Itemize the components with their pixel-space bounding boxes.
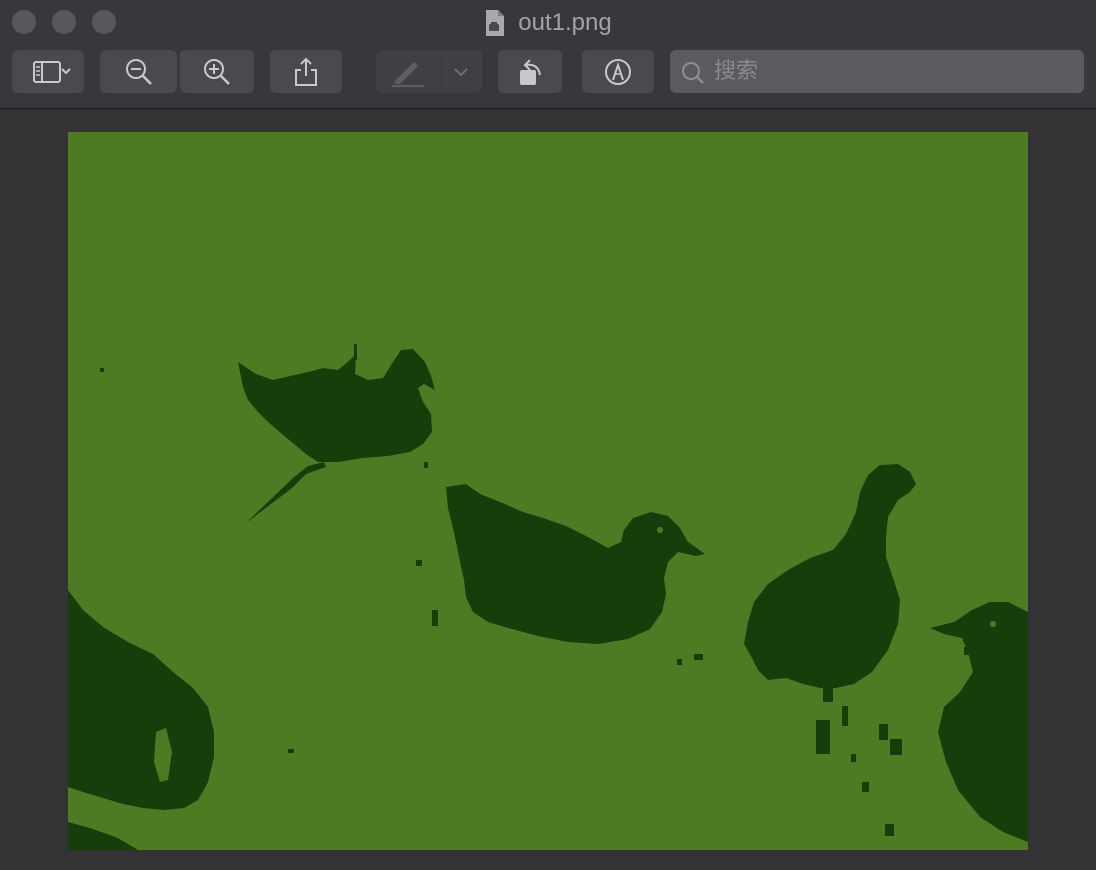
pen-icon (392, 55, 442, 88)
rotate-button[interactable] (498, 50, 562, 93)
zoom-out-button[interactable] (100, 50, 177, 93)
chevron-down-icon[interactable] (442, 56, 482, 88)
share-icon (295, 57, 317, 86)
titlebar: out1.png (0, 0, 1096, 109)
window-title: out1.png (518, 9, 612, 36)
search-field[interactable] (670, 50, 1084, 93)
rotate-icon (520, 58, 541, 85)
markup-icon (605, 58, 631, 85)
document-view[interactable] (0, 109, 1096, 870)
search-icon (682, 62, 704, 84)
sidebar-toggle-button[interactable] (12, 50, 84, 93)
preview-window: out1.png (0, 0, 1096, 870)
image-canvas[interactable] (68, 132, 1028, 850)
sidebar-icon (33, 60, 71, 83)
displayed-image (68, 132, 1028, 850)
zoom-out-icon (125, 58, 152, 85)
zoom-in-icon (204, 58, 230, 85)
share-button[interactable] (270, 50, 342, 93)
highlight-button[interactable] (376, 50, 482, 93)
zoom-in-button[interactable] (180, 50, 254, 93)
search-input[interactable] (714, 50, 1074, 93)
document-icon (486, 10, 505, 36)
window-title-area: out1.png (0, 6, 1096, 47)
markup-button[interactable] (582, 50, 654, 93)
